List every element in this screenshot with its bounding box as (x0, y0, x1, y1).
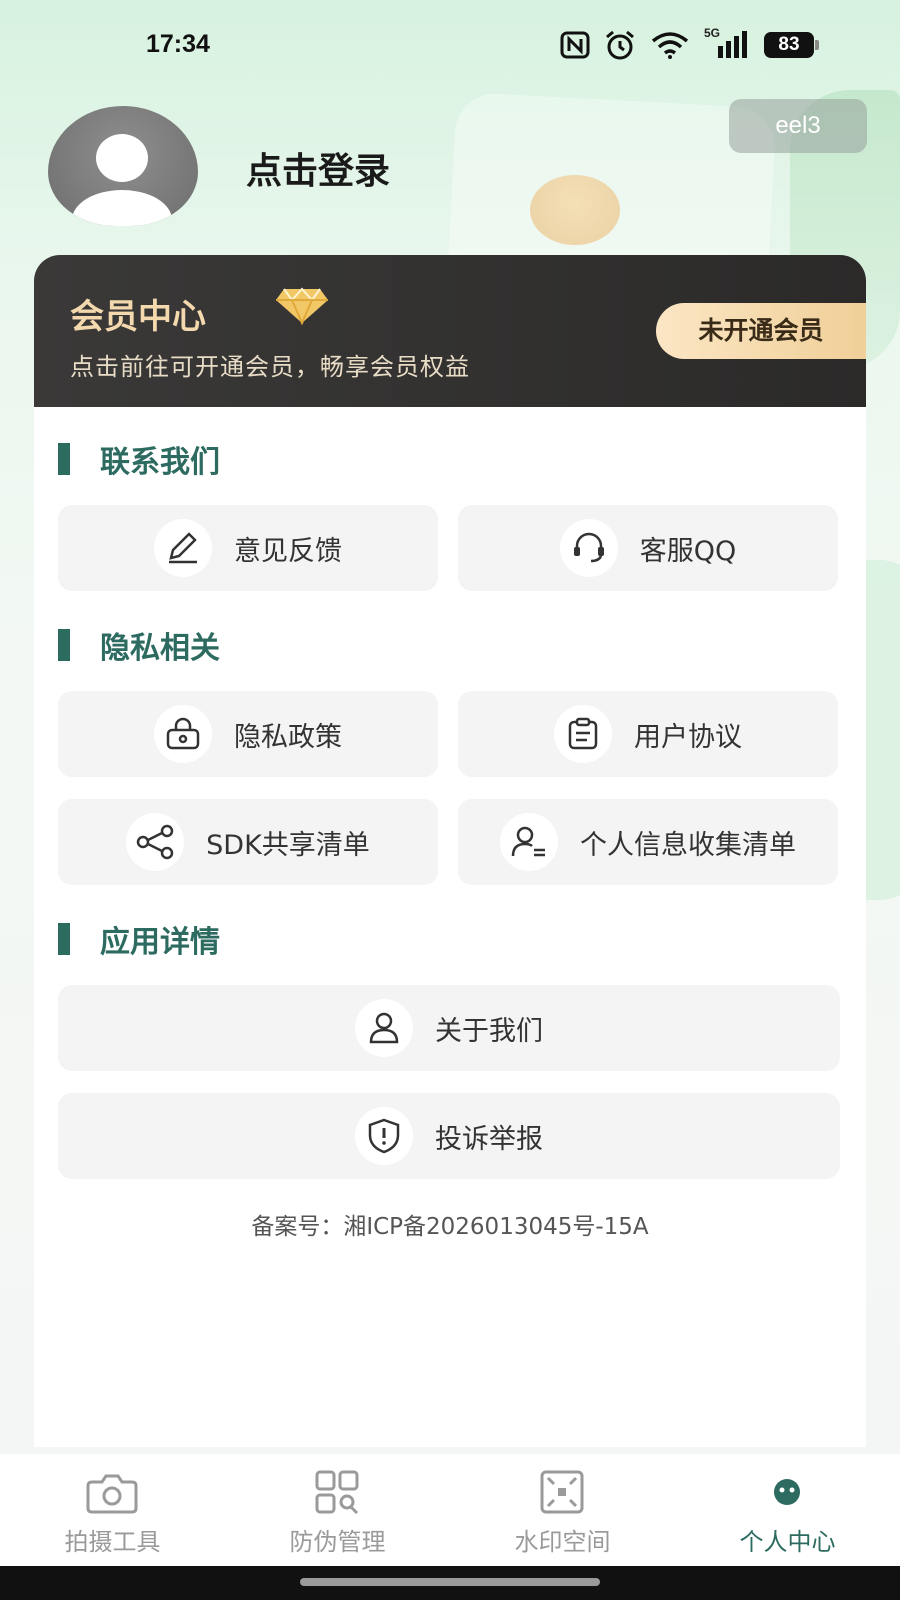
version-badge[interactable]: eel3 (729, 99, 867, 153)
edit-icon (154, 519, 212, 577)
settings-panel: 联系我们 意见反馈 客服QQ 隐私相关 隐私政策 用户协议 SDK共享清单 个人… (34, 407, 866, 1447)
shield-alert-icon (355, 1107, 413, 1165)
section-title-contact: 联系我们 (58, 437, 220, 481)
profile-face-icon (771, 1473, 803, 1508)
headset-icon (559, 519, 618, 577)
personal-info-list-label: 个人信息收集清单 (580, 829, 796, 861)
network-type: 5G (704, 26, 721, 40)
complaint-report-label: 投诉举报 (435, 1123, 543, 1155)
section-title-app: 应用详情 (58, 917, 220, 961)
section-title-privacy: 隐私相关 (58, 623, 220, 667)
alarm-icon (606, 30, 634, 60)
nav-label: 个人中心 (739, 1528, 836, 1556)
member-center-card[interactable]: 会员中心 点击前往可开通会员，畅享会员权益 未开通会员 (34, 255, 866, 407)
qr-scan-icon (315, 1470, 359, 1515)
status-bar: 17:34 5G 83 (0, 0, 900, 90)
personal-info-list-button[interactable]: 个人信息收集清单 (458, 799, 838, 885)
privacy-policy-label: 隐私政策 (234, 721, 342, 753)
service-qq-label: 客服QQ (639, 535, 737, 567)
battery-indicator: 83 (764, 32, 819, 58)
member-title: 会员中心 (70, 297, 206, 337)
about-us-button[interactable]: 关于我们 (58, 985, 840, 1071)
nav-label: 拍摄工具 (64, 1528, 161, 1556)
user-agreement-label: 用户协议 (634, 721, 742, 753)
signal-icon: 5G (704, 26, 750, 60)
feedback-label: 意见反馈 (234, 535, 342, 567)
person-icon (355, 999, 413, 1057)
about-us-label: 关于我们 (435, 1015, 543, 1047)
icp-record: 备案号：湘ICP备2026013045号-15A (251, 1214, 649, 1240)
wifi-icon (651, 32, 689, 59)
bottom-nav: 拍摄工具 防伪管理 水印空间 个人中心 (0, 1454, 900, 1566)
nav-tab-profile[interactable]: 个人中心 (675, 1454, 900, 1566)
camera-icon (86, 1474, 138, 1514)
nav-label: 防伪管理 (289, 1528, 386, 1556)
sdk-share-list-label: SDK共享清单 (206, 829, 370, 861)
nav-tab-watermark[interactable]: 水印空间 (450, 1454, 675, 1566)
complaint-report-button[interactable]: 投诉举报 (58, 1093, 840, 1179)
privacy-policy-button[interactable]: 隐私政策 (58, 691, 438, 777)
nav-label: 水印空间 (514, 1528, 611, 1556)
share-icon (126, 813, 185, 871)
sdk-share-list-button[interactable]: SDK共享清单 (58, 799, 438, 885)
feedback-button[interactable]: 意见反馈 (58, 505, 438, 591)
home-indicator[interactable] (300, 1578, 600, 1586)
screen: 17:34 5G 83 点击登录 eel3 会员中心 点击前往可开通会员，畅享会… (0, 0, 900, 1600)
login-link[interactable]: 点击登录 (246, 142, 390, 194)
open-membership-button[interactable]: 未开通会员 (656, 303, 866, 359)
clipboard-icon (554, 705, 612, 763)
service-qq-button[interactable]: 客服QQ (458, 505, 838, 591)
user-agreement-button[interactable]: 用户协议 (458, 691, 838, 777)
lock-icon (154, 705, 212, 763)
member-subtitle: 点击前往可开通会员，畅享会员权益 (70, 353, 470, 381)
background-decoration (530, 175, 620, 245)
nav-tab-anticounterfeit[interactable]: 防伪管理 (225, 1454, 450, 1566)
nav-tab-camera[interactable]: 拍摄工具 (0, 1454, 225, 1566)
user-list-icon (500, 813, 558, 871)
nfc-icon (560, 31, 590, 59)
diamond-icon (276, 287, 328, 325)
status-time: 17:34 (146, 30, 210, 58)
watermark-icon (540, 1470, 584, 1514)
status-icons: 5G 83 (560, 26, 819, 60)
avatar[interactable] (48, 106, 198, 226)
